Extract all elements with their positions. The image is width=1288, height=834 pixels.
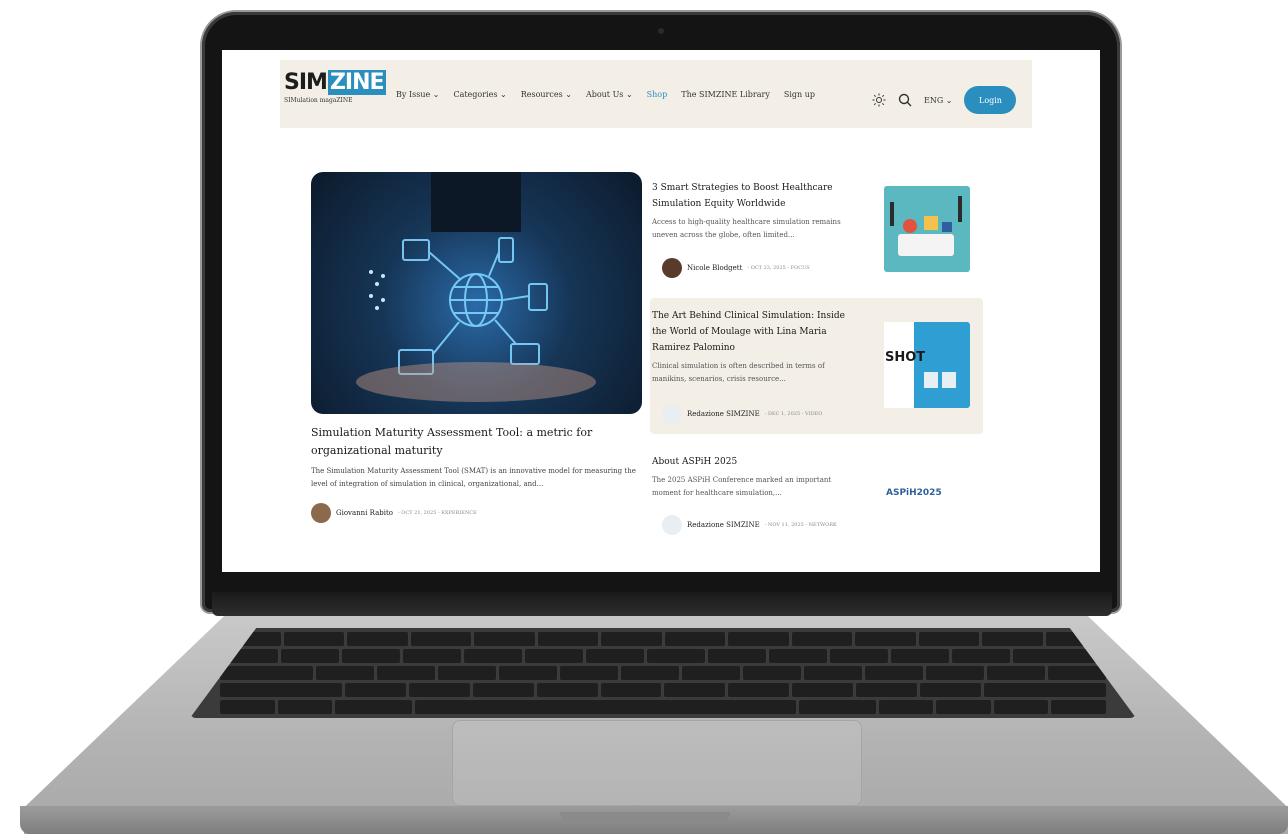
article-meta: - OCT 23, 2025 - FOCUS bbox=[747, 265, 810, 271]
avatar bbox=[311, 503, 331, 523]
site-logo[interactable]: SIM ZINE SIMulation magaZINE bbox=[284, 70, 386, 104]
featured-article-image[interactable] bbox=[311, 172, 642, 414]
logo-tagline: SIMulation magaZINE bbox=[284, 97, 353, 104]
featured-article-title[interactable]: Simulation Maturity Assessment Tool: a m… bbox=[311, 424, 611, 460]
webcam bbox=[658, 28, 664, 34]
menu-about-us[interactable]: About Us ⌄ bbox=[586, 90, 633, 99]
article-description: Access to high-quality healthcare simula… bbox=[652, 218, 841, 239]
language-select[interactable]: ENG ⌄ bbox=[924, 96, 952, 105]
keyboard bbox=[190, 628, 1136, 718]
article-description: Clinical simulation is often described i… bbox=[652, 362, 825, 383]
menu-by-issue[interactable]: By Issue ⌄ bbox=[396, 90, 439, 99]
article-title[interactable]: 3 Smart Strategies to Boost Healthcare S… bbox=[652, 180, 857, 212]
header-tools: ENG ⌄ Login bbox=[872, 86, 1017, 114]
menu-sign-up[interactable]: Sign up bbox=[784, 90, 815, 99]
avatar bbox=[662, 258, 682, 278]
lid-notch bbox=[560, 812, 730, 824]
article-thumbnail[interactable]: ASPiH2025 bbox=[884, 456, 970, 542]
article-thumbnail[interactable]: SHOT bbox=[884, 322, 970, 408]
menu-library[interactable]: The SIMZINE Library bbox=[681, 90, 770, 99]
menu-categories[interactable]: Categories ⌄ bbox=[453, 90, 506, 99]
site-header: SIM ZINE SIMulation magaZINE By Issue ⌄ C… bbox=[280, 60, 1032, 128]
author-name[interactable]: Giovanni Rabito bbox=[336, 509, 393, 517]
article-meta: - OCT 21, 2025 - EXPERIENCE bbox=[398, 510, 477, 516]
article-title[interactable]: About ASPiH 2025 bbox=[652, 454, 857, 470]
sun-icon[interactable] bbox=[872, 93, 886, 107]
featured-article-byline: Giovanni Rabito - OCT 21, 2025 - EXPERIE… bbox=[311, 503, 477, 523]
article-byline: Nicole Blodgett - OCT 23, 2025 - FOCUS bbox=[662, 258, 810, 278]
author-name[interactable]: Redazione SIMZINE bbox=[687, 521, 760, 529]
article-title[interactable]: The Art Behind Clinical Simulation: Insi… bbox=[652, 308, 857, 356]
article-thumbnail[interactable] bbox=[884, 186, 970, 272]
thumbnail-text: SHOT bbox=[885, 350, 926, 365]
laptop-hinge bbox=[212, 592, 1112, 616]
featured-article-description: The Simulation Maturity Assessment Tool … bbox=[311, 467, 636, 488]
article-meta: - DEC 1, 2025 - VIDEO bbox=[764, 411, 823, 417]
login-button[interactable]: Login bbox=[964, 86, 1017, 114]
menu-resources[interactable]: Resources ⌄ bbox=[521, 90, 572, 99]
avatar bbox=[662, 404, 682, 424]
menu-shop[interactable]: Shop bbox=[647, 90, 668, 99]
article-byline: Redazione SIMZINE - DEC 1, 2025 - VIDEO bbox=[662, 404, 822, 424]
article-description: The 2025 ASPiH Conference marked an impo… bbox=[652, 476, 832, 497]
article-byline: Redazione SIMZINE - NOV 11, 2025 - NETWO… bbox=[662, 515, 837, 535]
author-name[interactable]: Nicole Blodgett bbox=[687, 264, 742, 272]
browser-screen: SIM ZINE SIMulation magaZINE By Issue ⌄ C… bbox=[222, 50, 1100, 572]
thumbnail-text: ASPiH2025 bbox=[886, 488, 942, 498]
author-name[interactable]: Redazione SIMZINE bbox=[687, 410, 760, 418]
trackpad bbox=[452, 720, 862, 806]
article-meta: - NOV 11, 2025 - NETWORK bbox=[764, 522, 837, 528]
search-icon[interactable] bbox=[898, 93, 912, 107]
avatar bbox=[662, 515, 682, 535]
logo-text-box: ZINE bbox=[327, 70, 386, 95]
main-menu: By Issue ⌄ Categories ⌄ Resources ⌄ Abou… bbox=[396, 90, 815, 99]
logo-text: SIM bbox=[284, 70, 328, 95]
